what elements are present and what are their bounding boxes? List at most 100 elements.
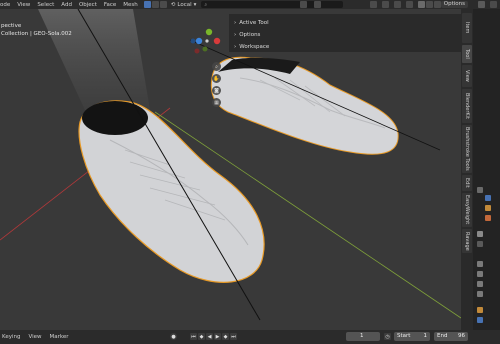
collapse-icon[interactable] [477, 187, 483, 193]
menu-mode[interactable]: ode [0, 2, 10, 8]
timeline-menu: Keying View Marker [0, 334, 69, 340]
chevron-right-icon: › [234, 20, 237, 26]
menu-view[interactable]: View [17, 2, 30, 8]
shading-rendered-icon[interactable] [434, 1, 441, 8]
gizmo-z-axis[interactable] [195, 37, 203, 45]
gizmo-y-axis[interactable] [205, 28, 213, 36]
tab-tool[interactable]: Tool [462, 45, 472, 63]
gizmo-neg-x[interactable] [194, 48, 200, 54]
menu-object[interactable]: Object [79, 2, 97, 8]
record-icon[interactable]: ● [170, 333, 177, 340]
proportional-edit-icon[interactable] [314, 1, 321, 8]
tab-blenderkit[interactable]: BlenderKit [462, 89, 472, 123]
properties-strip [473, 9, 500, 330]
tab-brushstroke-tools[interactable]: Brushstroke Tools [462, 125, 472, 173]
scene-icon[interactable] [477, 231, 483, 237]
panel-row-label: Active Tool [239, 20, 269, 26]
view-layer-icon[interactable] [477, 281, 483, 287]
end-frame-field[interactable]: End 96 [434, 332, 468, 341]
sidebar-panel: › Active Tool › Options › Workspace [229, 14, 461, 52]
editor-type-icon[interactable] [478, 1, 485, 8]
magnifier-icon[interactable]: ⌕ [212, 62, 221, 71]
transform-orientation-dropdown[interactable]: ⟲ Local ▾ [171, 2, 197, 8]
panel-row-workspace[interactable]: › Workspace [234, 44, 269, 50]
menu-keying[interactable]: Keying [2, 334, 20, 340]
grid-icon[interactable]: ▦ [212, 98, 221, 107]
start-frame-field[interactable]: Start 1 [394, 332, 430, 341]
tab-label: BlenderKit [464, 93, 470, 119]
render-icon[interactable] [477, 261, 483, 267]
current-frame-field[interactable]: 1 [346, 332, 380, 341]
gizmo-neg-z[interactable] [190, 38, 196, 44]
constraint-icon[interactable] [477, 317, 483, 323]
output-icon[interactable] [477, 271, 483, 277]
orientation-value: Local [177, 1, 192, 8]
start-value: 1 [423, 333, 428, 339]
tab-label: Edit [464, 178, 470, 188]
jump-end-icon[interactable]: ⏭ [230, 333, 237, 340]
panel-row-active-tool[interactable]: › Active Tool [234, 20, 269, 26]
visibility-icon[interactable] [370, 1, 377, 8]
options-button[interactable]: Options [440, 1, 468, 8]
tab-item[interactable]: Item [462, 13, 472, 43]
next-keyframe-icon[interactable]: ◆ [222, 333, 229, 340]
xray-toggle-icon[interactable] [406, 1, 413, 8]
face-select-icon[interactable] [159, 1, 167, 8]
header-menu: ode View Select Add Object Face Mesh [0, 2, 138, 8]
menu-mesh[interactable]: Mesh [123, 2, 137, 8]
gizmo-x-axis[interactable] [213, 37, 221, 45]
tab-view[interactable]: View [462, 65, 472, 87]
outliner-item-icon[interactable] [485, 195, 491, 201]
vertex-select-icon[interactable] [143, 1, 151, 8]
end-value: 96 [458, 333, 465, 339]
menu-add[interactable]: Add [61, 2, 72, 8]
jump-start-icon[interactable]: ⏮ [190, 333, 197, 340]
menu-face[interactable]: Face [104, 2, 116, 8]
menu-select[interactable]: Select [37, 2, 54, 8]
edge-select-icon[interactable] [151, 1, 159, 8]
gizmo-neg-y[interactable] [202, 46, 208, 52]
menu-marker[interactable]: Marker [50, 334, 69, 340]
orientation-icon: ⟲ [170, 1, 176, 8]
play-icon[interactable]: ▶ [214, 333, 221, 340]
3d-viewport[interactable]: pective Collection | GEO-Sola.002 ⌕ ✋ ◙ … [0, 9, 461, 330]
world-icon[interactable] [477, 291, 483, 297]
clock-icon[interactable]: ◷ [384, 333, 391, 340]
hand-icon[interactable]: ✋ [212, 74, 221, 83]
tab-label: Ravage [464, 231, 470, 251]
viewport-header: ode View Select Add Object Face Mesh ⟲ L… [0, 0, 500, 9]
prev-keyframe-icon[interactable]: ◆ [198, 333, 205, 340]
object-data-icon[interactable] [485, 205, 491, 211]
tab-label: Tool [464, 49, 470, 59]
modifier-icon[interactable] [485, 215, 491, 221]
tab-easyweight[interactable]: EasyWeight [462, 193, 472, 227]
end-label: End [437, 333, 448, 339]
search-input[interactable]: ⌕ [201, 1, 344, 8]
overlay-toggle-icon[interactable] [394, 1, 401, 8]
tool-icon[interactable] [477, 241, 483, 247]
menu-view[interactable]: View [28, 334, 41, 340]
object-properties-icon[interactable] [477, 307, 483, 313]
snap-icon[interactable] [300, 1, 307, 8]
tab-ravage[interactable]: Ravage [462, 229, 472, 253]
sidebar-tabs: Item Tool View BlenderKit Brushstroke To… [461, 9, 473, 330]
shading-solid-icon[interactable] [418, 1, 425, 8]
search-icon: ⌕ [204, 1, 208, 8]
panel-row-options[interactable]: › Options [234, 32, 260, 38]
camera-icon[interactable]: ◙ [212, 86, 221, 95]
navigation-gizmo[interactable] [188, 27, 222, 61]
panel-row-label: Options [239, 32, 261, 38]
chevron-down-icon: ▾ [193, 1, 197, 8]
panel-row-label: Workspace [239, 44, 270, 50]
gizmo-toggle-icon[interactable] [382, 1, 389, 8]
tab-edit[interactable]: Edit [462, 175, 472, 191]
chevron-right-icon: › [234, 44, 237, 50]
filter-icon[interactable] [490, 1, 497, 8]
tab-label: View [464, 70, 470, 82]
far-shoe[interactable] [210, 56, 399, 155]
shading-material-icon[interactable] [426, 1, 433, 8]
play-reverse-icon[interactable]: ◀ [206, 333, 213, 340]
view-name: pective [1, 23, 22, 29]
scene-canvas [0, 9, 461, 321]
start-label: Start [397, 333, 411, 339]
